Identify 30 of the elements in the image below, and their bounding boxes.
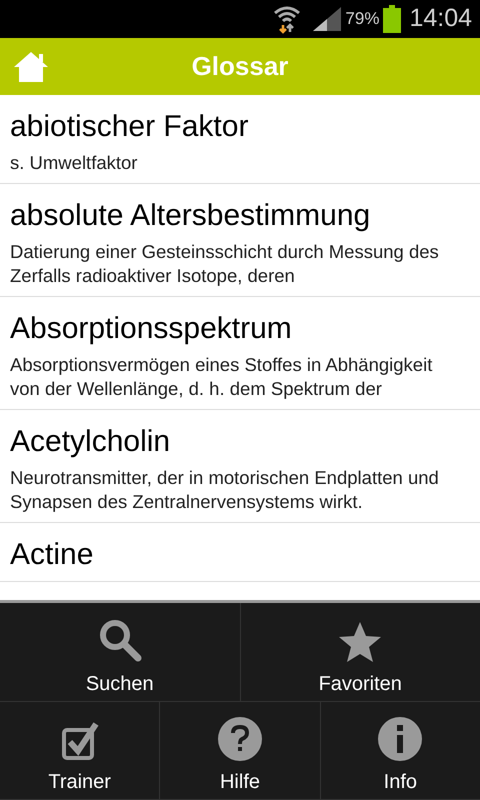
entry-term: abiotischer Faktor — [10, 109, 250, 145]
menu-item[interactable]: Suchen — [0, 603, 240, 700]
star-icon — [338, 620, 382, 662]
clock: 14:04 — [409, 3, 472, 34]
menu-item[interactable]: Hilfe — [160, 702, 321, 799]
entry-description: Neurotransmitter, der in motorischen Endplatten und Synapsen des Zentralnervensystems wirkt. — [10, 466, 440, 514]
checkbox-icon — [60, 721, 99, 761]
glossary-entry[interactable]: Absorptionsspektrum Absorptionsvermögen eines Stoffes in Abhängigkeit von der Wellenlänge, d. h. dem Spektrum der — [0, 297, 480, 410]
info-icon — [378, 717, 422, 761]
signal-icon — [313, 7, 342, 31]
entry-description: Absorptionsvermögen eines Stoffes in Abhängigkeit von der Wellenlänge, d. h. dem Spektrum der — [10, 353, 434, 401]
wifi-icon — [273, 4, 302, 34]
entry-term: absolute Altersbestimmung — [10, 198, 372, 234]
battery-percentage: 79% — [345, 8, 380, 30]
menu-item[interactable]: Info — [320, 702, 480, 799]
entry-term: Actine — [10, 537, 94, 573]
glossary-entry[interactable]: absolute Altersbestimmung Datierung einer Gesteinsschicht durch Messung des Zerfalls radioaktiver Isotope, deren — [0, 184, 480, 297]
glossary-entry[interactable]: abiotischer Faktor s. Umweltfaktor — [0, 95, 480, 184]
entry-description: s. Umweltfaktor — [10, 151, 138, 175]
entry-term: Acetylcholin — [10, 424, 172, 460]
entry-term: Absorptionsspektrum — [10, 311, 293, 347]
battery-icon — [383, 5, 402, 33]
home-icon — [13, 50, 49, 82]
screen-title: Glossar — [190, 50, 290, 83]
help-icon — [218, 717, 262, 761]
glossary-entry[interactable]: Acetylcholin Neurotransmitter, der in motorischen Endplatten und Synapsen des Zentralnervensystems wirkt. — [0, 410, 480, 523]
glossary-entry[interactable]: Actine — [0, 523, 480, 582]
menu-item[interactable]: Trainer — [0, 702, 160, 799]
menu-item[interactable]: Favoriten — [240, 603, 480, 700]
entry-description: Datierung einer Gesteinsschicht durch Messung des Zerfalls radioaktiver Isotope, deren — [10, 240, 440, 288]
